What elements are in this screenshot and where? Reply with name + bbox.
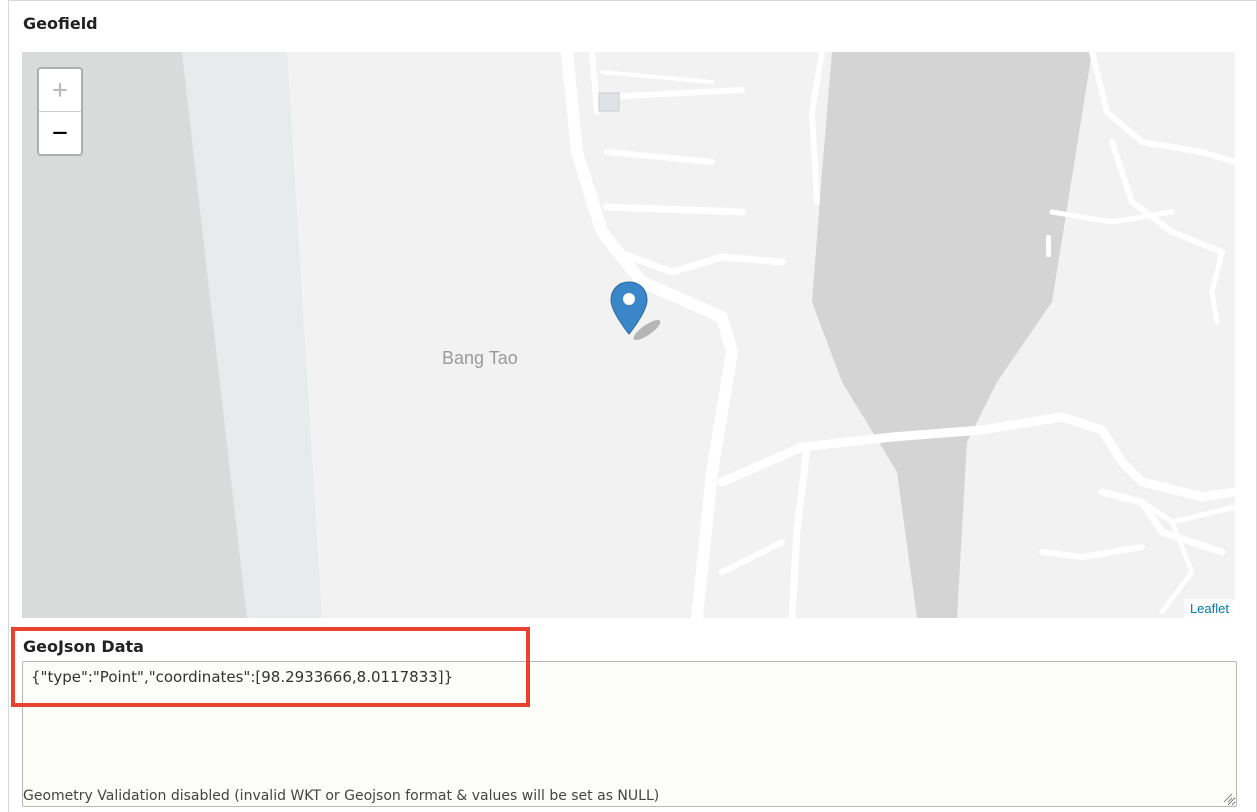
zoom-in-button[interactable]: + xyxy=(39,69,81,112)
map-container[interactable]: + − Bang Tao Leaflet xyxy=(22,52,1235,618)
geojson-textarea[interactable] xyxy=(22,661,1237,807)
geojson-label: GeoJson Data xyxy=(23,637,144,656)
place-label: Bang Tao xyxy=(442,348,518,368)
resize-grip-icon[interactable] xyxy=(1223,793,1233,803)
map-marker-icon[interactable] xyxy=(609,280,669,344)
field-legend: Geofield xyxy=(23,14,98,33)
leaflet-link[interactable]: Leaflet xyxy=(1190,601,1229,616)
map-attribution: Leaflet xyxy=(1183,599,1235,618)
zoom-out-button[interactable]: − xyxy=(39,112,81,154)
zoom-control: + − xyxy=(37,67,83,156)
field-description: Geometry Validation disabled (invalid WK… xyxy=(23,788,660,804)
